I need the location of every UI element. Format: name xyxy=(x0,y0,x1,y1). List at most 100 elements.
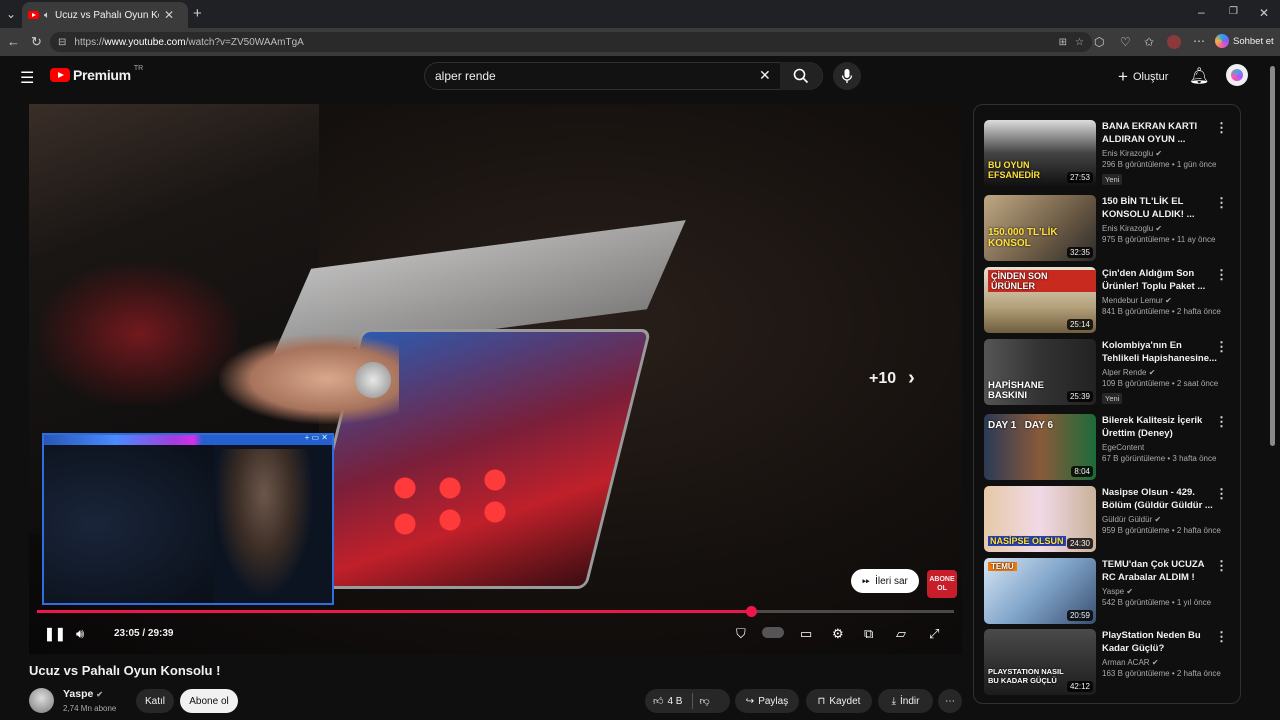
video-title[interactable]: Kolombiya'nın En Tehlikeli Hapishanesine… xyxy=(1102,339,1218,365)
hamburger-menu-icon[interactable]: ☰ xyxy=(20,68,34,88)
subtitles-icon[interactable]: ▭ xyxy=(800,626,812,642)
new-tab-icon[interactable]: + xyxy=(193,5,202,22)
subscribe-button[interactable]: Abone ol xyxy=(180,689,238,713)
channel-avatar[interactable] xyxy=(29,688,54,713)
search-input[interactable]: alper rende xyxy=(435,69,496,83)
video-title[interactable]: Çin'den Aldığım Son Ürünler! Toplu Paket… xyxy=(1102,267,1218,293)
video-title[interactable]: PlayStation Neden Bu Kadar Güçlü? xyxy=(1102,629,1218,655)
settings-gear-icon[interactable]: ⚙ xyxy=(832,626,844,642)
more-vertical-icon[interactable]: ⋮ xyxy=(1215,120,1228,136)
minimize-window-icon[interactable]: – xyxy=(1198,5,1205,19)
pause-icon[interactable]: ❚❚ xyxy=(44,626,66,642)
channel-name[interactable]: Yaspe ✔ xyxy=(63,688,103,700)
more-vertical-icon[interactable]: ⋮ xyxy=(1215,414,1228,430)
skip-forward-button[interactable]: ⏩︎ İleri sar xyxy=(851,569,919,593)
verified-badge-icon: ✔ xyxy=(1148,368,1156,377)
channel-name[interactable]: Alper Rende ✔ xyxy=(1102,368,1218,377)
share-button[interactable]: ↪ Paylaş xyxy=(735,689,799,713)
search-button[interactable] xyxy=(780,62,822,90)
recommendation-item[interactable]: ÇİNDEN SON ÜRÜNLER 25:14 Çin'den Aldığım… xyxy=(984,267,1234,335)
video-thumbnail[interactable]: 150.000 TL'LİK KONSOL 32:35 xyxy=(984,195,1096,261)
progress-bar[interactable] xyxy=(37,606,954,617)
video-title[interactable]: TEMU'dan Çok UCUZA RC Arabalar ALDIM ! xyxy=(1102,558,1218,584)
join-button[interactable]: Katıl xyxy=(136,689,174,713)
more-actions-button[interactable]: ⋯ xyxy=(938,689,962,713)
search-box[interactable]: alper rende ✕ xyxy=(424,62,823,90)
more-vertical-icon[interactable]: ⋮ xyxy=(1215,558,1228,574)
more-vertical-icon[interactable]: ⋮ xyxy=(1215,339,1228,355)
video-thumbnail[interactable]: ÇİNDEN SON ÜRÜNLER 25:14 xyxy=(984,267,1096,333)
youtube-logo[interactable]: Premium TR xyxy=(50,65,143,83)
page-scrollbar[interactable] xyxy=(1270,66,1275,446)
reload-icon[interactable]: ↻ xyxy=(31,34,42,50)
channel-name[interactable]: Mendebur Lemur ✔ xyxy=(1102,296,1218,305)
address-bar[interactable]: ⊟ https://www.youtube.com/watch?v=ZV50WA… xyxy=(50,32,1092,52)
recommendation-item[interactable]: PLAYSTATION NASIL BU KADAR GÜÇLÜ 42:12 P… xyxy=(984,629,1234,697)
video-thumbnail[interactable]: PLAYSTATION NASIL BU KADAR GÜÇLÜ 42:12 xyxy=(984,629,1096,695)
browser-essentials-icon[interactable]: ♡ xyxy=(1120,35,1131,49)
volume-icon[interactable]: 🔊︎ xyxy=(76,626,84,642)
account-avatar[interactable] xyxy=(1226,64,1248,86)
create-button[interactable]: + Oluştur xyxy=(1118,67,1168,87)
verified-badge-icon: ✔ xyxy=(1155,149,1163,158)
close-tab-icon[interactable]: ✕ xyxy=(164,8,174,22)
site-info-icon[interactable]: ⊟ xyxy=(58,37,66,48)
channel-name[interactable]: EgeContent xyxy=(1102,443,1218,452)
channel-name[interactable]: Yaspe ✔ xyxy=(1102,587,1218,596)
miniplayer-icon[interactable]: ⧉ xyxy=(864,626,873,642)
recommendation-item[interactable]: NASİPSE OLSUN 24:30 Nasipse Olsun - 429.… xyxy=(984,486,1234,554)
favorite-star-icon[interactable]: ☆ xyxy=(1075,37,1084,48)
video-player[interactable]: + ▭ ✕ +10 › ⏩︎ İleri sar ABONE OL xyxy=(29,104,962,654)
copilot-button[interactable]: Sohbet et xyxy=(1215,34,1274,48)
speaker-icon[interactable]: 🔈︎ xyxy=(44,10,50,21)
recommendation-item[interactable]: HAPİSHANE BASKINI 25:39 Kolombiya'nın En… xyxy=(984,339,1234,407)
recommendation-item[interactable]: BU OYUN EFSANEDİR 27:53 BANA EKRAN KARTI… xyxy=(984,120,1234,188)
extensions-icon[interactable]: ⬡ xyxy=(1094,35,1104,49)
shirt-print xyxy=(39,264,239,404)
more-vertical-icon[interactable]: ⋮ xyxy=(1215,629,1228,645)
channel-name[interactable]: Güldür Güldür ✔ xyxy=(1102,515,1218,524)
recommendation-item[interactable]: TEMU 20:59 TEMU'dan Çok UCUZA RC Arabala… xyxy=(984,558,1234,626)
progress-scrubber[interactable] xyxy=(745,606,757,617)
channel-name[interactable]: Arman ACAR ✔ xyxy=(1102,658,1218,667)
voice-search-button[interactable] xyxy=(833,62,861,90)
more-vertical-icon[interactable]: ⋮ xyxy=(1215,267,1228,283)
autoplay-toggle-icon[interactable] xyxy=(762,627,784,638)
save-button[interactable]: ⊓ Kaydet xyxy=(806,689,872,713)
video-thumbnail[interactable]: BU OYUN EFSANEDİR 27:53 xyxy=(984,120,1096,186)
notifications-bell-icon[interactable]: 🔔︎ xyxy=(1189,66,1209,86)
download-button[interactable]: ⤓ İndir xyxy=(878,689,933,713)
restore-window-icon[interactable]: ❐ xyxy=(1229,6,1238,17)
channel-name[interactable]: Enis Kirazoglu ✔ xyxy=(1102,224,1218,233)
video-thumbnail[interactable]: TEMU 20:59 xyxy=(984,558,1096,624)
back-icon[interactable]: ← xyxy=(7,34,20,49)
app-install-icon[interactable]: ⊞ xyxy=(1059,37,1067,48)
video-thumbnail[interactable]: HAPİSHANE BASKINI 25:39 xyxy=(984,339,1096,405)
like-button[interactable]: 👍︎ 4 B xyxy=(653,695,682,708)
subscribe-watermark[interactable]: ABONE OL xyxy=(927,570,957,598)
new-badge: Yeni xyxy=(1102,174,1123,185)
profile-avatar[interactable] xyxy=(1167,35,1181,49)
video-meta: 163 B görüntüleme • 2 hafta önce xyxy=(1102,669,1221,678)
video-title[interactable]: Bilerek Kalitesiz İçerik Ürettim (Deney) xyxy=(1102,414,1218,440)
video-title[interactable]: BANA EKRAN KARTI ALDIRAN OYUN ... xyxy=(1102,120,1218,146)
recommendation-item[interactable]: 150.000 TL'LİK KONSOL 32:35 150 BİN TL'L… xyxy=(984,195,1234,263)
favorites-icon[interactable]: ✩ xyxy=(1144,35,1154,49)
shield-icon[interactable]: ⛉ xyxy=(736,626,746,642)
dislike-button[interactable]: 👎︎ xyxy=(699,695,709,707)
video-thumbnail[interactable]: NASİPSE OLSUN 24:30 xyxy=(984,486,1096,552)
channel-name[interactable]: Enis Kirazoglu ✔ xyxy=(1102,149,1218,158)
video-thumbnail[interactable]: DAY 1 DAY 6 8:04 xyxy=(984,414,1096,480)
close-window-icon[interactable]: ✕ xyxy=(1259,6,1269,20)
clear-search-icon[interactable]: ✕ xyxy=(759,67,771,84)
cast-icon[interactable]: ▱ xyxy=(896,626,906,642)
browser-tab[interactable]: 🔈︎ Ucuz vs Pahalı Oyun Konsolu ✕ xyxy=(22,2,188,28)
video-title[interactable]: Nasipse Olsun - 429. Bölüm (Güldür Güldü… xyxy=(1102,486,1218,512)
fullscreen-icon[interactable]: ⤢ xyxy=(929,626,939,642)
more-vertical-icon[interactable]: ⋮ xyxy=(1215,195,1228,211)
recommendation-item[interactable]: DAY 1 DAY 6 8:04 Bilerek Kalitesiz İçeri… xyxy=(984,414,1234,482)
more-vertical-icon[interactable]: ⋮ xyxy=(1215,486,1228,502)
more-menu-icon[interactable]: ⋯ xyxy=(1193,34,1205,48)
tab-list-chevron-icon[interactable]: ⌄ xyxy=(6,7,16,21)
video-title[interactable]: 150 BİN TL'LİK EL KONSOLU ALDIK! ... xyxy=(1102,195,1218,221)
